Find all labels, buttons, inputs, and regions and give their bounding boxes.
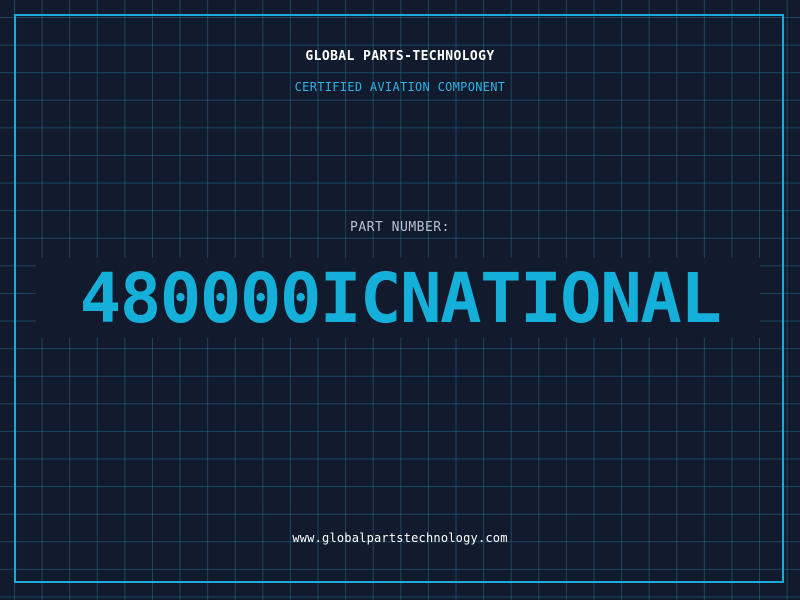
- part-number-card: GLOBAL PARTS-TECHNOLOGY CERTIFIED AVIATI…: [0, 0, 800, 600]
- company-name: GLOBAL PARTS-TECHNOLOGY: [305, 49, 495, 64]
- certification-tagline: CERTIFIED AVIATION COMPONENT: [294, 80, 506, 94]
- part-number-label: PART NUMBER:: [350, 220, 450, 235]
- website-url: www.globalpartstechnology.com: [292, 531, 508, 545]
- part-number-value: 480000ICNATIONAL: [79, 259, 722, 339]
